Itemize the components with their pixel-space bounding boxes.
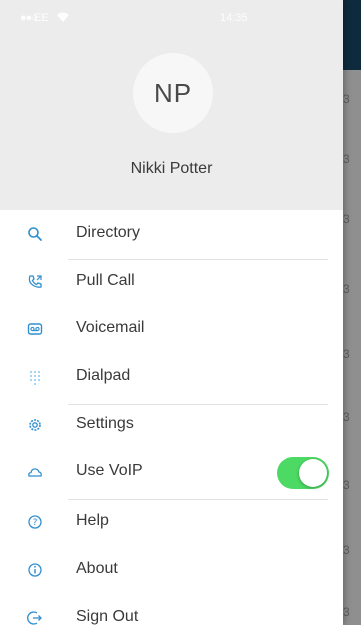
menu-item-label: Voicemail [76,319,145,336]
background-list-digit: 3 [343,92,350,106]
menu-item-label: Settings [76,415,134,432]
profile-header: ●●○ EE 14:35 NP Nikki Potter [0,0,343,210]
menu-item-voicemail[interactable]: Voicemail [0,307,343,355]
info-icon [27,562,43,578]
dialpad-icon [27,369,43,386]
use-voip-toggle[interactable] [277,457,329,489]
background-list-digit: 3 [343,347,350,361]
background-list-digit: 3 [343,212,350,226]
background-list-digit: 3 [343,478,350,492]
cloud-icon [27,464,43,480]
menu-item-sign-out[interactable]: Sign Out [0,596,343,625]
profile-name: Nikki Potter [130,160,213,177]
pull-call-icon [27,274,43,290]
background-list-digit: 3 [343,410,350,424]
help-icon: ? [27,514,43,530]
menu-item-label: About [76,560,118,577]
menu-item-dialpad[interactable]: Dialpad [0,355,343,403]
menu-item-settings[interactable]: Settings [0,403,343,451]
status-bar: ●●○ EE 14:35 [20,12,320,28]
menu-item-use-voip: Use VoIP [0,450,343,498]
voicemail-icon [27,321,43,337]
background-header-bar [340,0,361,70]
status-time: 14:35 [220,12,248,24]
svg-text:?: ? [33,518,38,528]
carrier-label: EE [34,12,49,24]
background-list-digit: 3 [343,605,350,619]
gear-icon [27,417,43,433]
menu-item-directory[interactable]: Directory [0,212,343,260]
background-list-digit: 3 [343,152,350,166]
menu-item-label: Use VoIP [76,462,143,479]
wifi-icon [56,12,70,26]
menu-item-label: Pull Call [76,272,135,289]
menu-item-label: Directory [76,224,141,241]
menu-item-label: Help [76,512,109,529]
navigation-drawer: ●●○ EE 14:35 NP Nikki Potter Directory P… [0,0,343,625]
avatar-initials: NP [153,77,193,108]
avatar[interactable]: NP [133,53,213,133]
menu-item-pull-call[interactable]: Pull Call [0,260,343,308]
sign-out-icon [27,610,43,625]
toggle-knob [299,459,327,487]
background-list-digit: 3 [343,282,350,296]
menu-item-help[interactable]: ? Help [0,500,343,548]
search-icon [27,226,43,242]
background-list-digit: 3 [343,543,350,557]
menu-item-label: Sign Out [76,608,139,625]
menu-item-about[interactable]: About [0,548,343,596]
menu-item-label: Dialpad [76,367,131,384]
